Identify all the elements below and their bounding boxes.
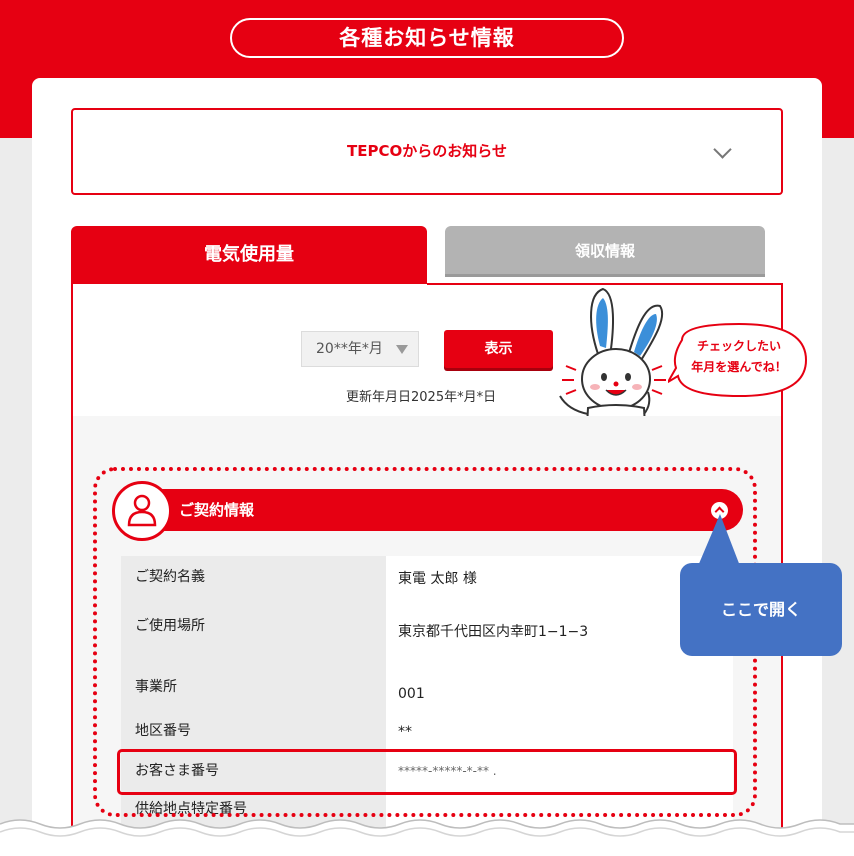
show-button[interactable]: 表示 xyxy=(444,330,553,368)
dropdown-arrow-icon xyxy=(396,345,408,354)
customer-number-highlight xyxy=(117,749,737,795)
tepco-notice-accordion[interactable]: TEPCOからのお知らせ xyxy=(71,108,783,195)
month-select-value: 20**年*月 xyxy=(316,341,383,357)
notice-title: TEPCOからのお知らせ xyxy=(347,142,507,160)
page-title: 各種お知らせ情報 xyxy=(230,18,624,58)
month-select[interactable]: 20**年*月 xyxy=(301,331,419,367)
open-here-callout: ここで開く xyxy=(680,563,842,656)
bubble-line-1: チェックしたい xyxy=(696,339,781,353)
tab-receipt-info[interactable]: 領収情報 xyxy=(445,226,765,277)
speech-bubble-text: チェックしたい 年月を選んでね！ xyxy=(668,336,810,378)
updated-date: 更新年月日2025年*月*日 xyxy=(346,390,497,405)
tab-electricity-usage[interactable]: 電気使用量 xyxy=(71,226,427,284)
torn-edge xyxy=(0,819,854,856)
bubble-line-2: 年月を選んでね！ xyxy=(691,360,787,374)
callout-pointer xyxy=(698,514,740,566)
